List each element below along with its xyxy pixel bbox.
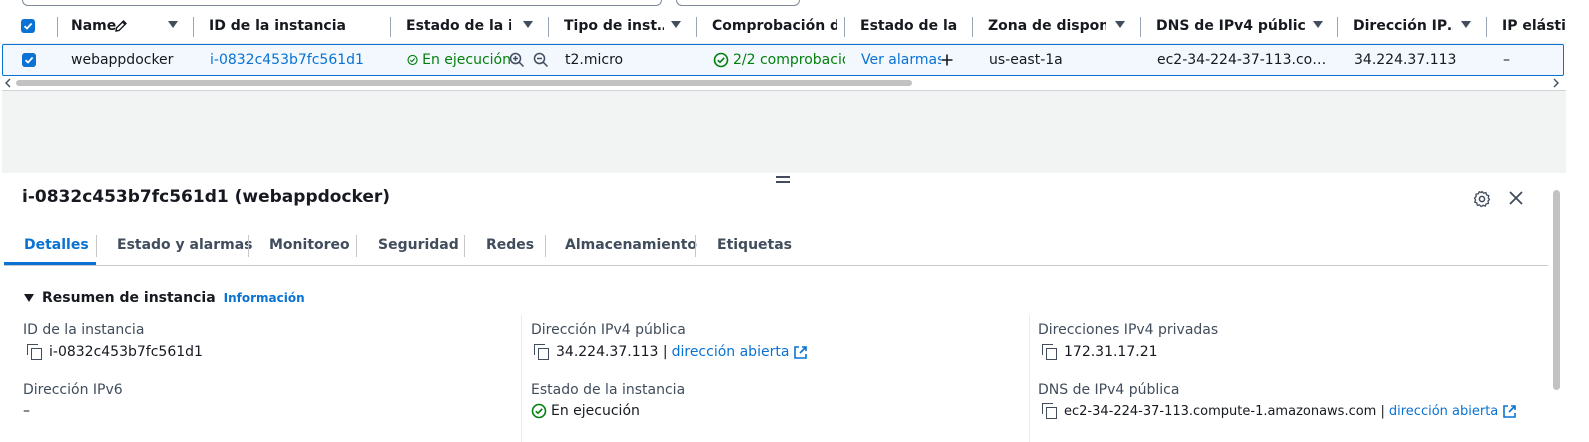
col-header-state[interactable]: Estado de la i… — [406, 9, 511, 43]
private-ip-text: 172.31.17.21 — [1064, 344, 1158, 360]
scroll-right-icon[interactable] — [1552, 78, 1560, 88]
instance-id-text: i-0832c453b7fc561d1 — [49, 344, 203, 360]
copy-icon[interactable] — [27, 344, 43, 360]
col-header-instance-id[interactable]: ID de la instancia — [209, 9, 379, 43]
scrollbar-thumb[interactable] — [16, 80, 912, 86]
row-checkbox[interactable] — [22, 53, 36, 67]
field-value-ipv6: – — [23, 403, 30, 419]
status-ok-icon — [713, 52, 729, 68]
zoom-out-icon[interactable] — [533, 52, 549, 68]
cell-instance-type: t2.micro — [565, 52, 624, 68]
cell-state-text: En ejecución — [422, 52, 511, 68]
copy-icon[interactable] — [534, 344, 550, 360]
tab-tags[interactable]: Etiquetas — [717, 227, 792, 263]
tab-monitoring[interactable]: Monitoreo — [269, 227, 350, 263]
field-value-instance-state: En ejecución — [531, 403, 640, 419]
table-row[interactable]: webappdocker i-0832c453b7fc561d1 En ejec… — [2, 44, 1564, 76]
collapse-triangle-icon[interactable] — [24, 294, 34, 302]
zoom-in-icon[interactable] — [509, 52, 525, 68]
edit-pencil-icon[interactable] — [114, 19, 128, 33]
col-header-elastic-ip[interactable]: IP elástica — [1502, 9, 1566, 43]
view-alarms-link[interactable]: Ver alarmas — [861, 45, 941, 75]
settings-gear-icon[interactable] — [1473, 190, 1491, 208]
field-value-instance-id: i-0832c453b7fc561d1 — [27, 344, 203, 360]
col-header-zone[interactable]: Zona de dispon… — [988, 9, 1106, 43]
copy-icon[interactable] — [1042, 344, 1058, 360]
instance-state-text: En ejecución — [551, 403, 640, 419]
horizontal-scrollbar[interactable] — [0, 76, 1566, 88]
filter-dropdown-fragment[interactable] — [676, 0, 800, 6]
plus-icon[interactable] — [940, 53, 954, 67]
sort-caret-icon[interactable] — [168, 21, 178, 28]
field-label-instance-id: ID de la instancia — [23, 322, 145, 338]
sort-caret-icon[interactable] — [1461, 21, 1471, 28]
sort-caret-icon[interactable] — [523, 21, 533, 28]
field-label-instance-state: Estado de la instancia — [531, 382, 686, 398]
cell-dns: ec2-34-224-37-113.co… — [1157, 52, 1327, 68]
external-link-icon[interactable] — [1502, 404, 1517, 419]
field-value-private-ips: 172.31.17.21 — [1042, 344, 1158, 360]
checkbox-checked-icon — [24, 56, 34, 64]
col-header-dns[interactable]: DNS de IPv4 pública — [1156, 9, 1306, 43]
section-header-instance-summary[interactable]: Resumen de instancia Información — [24, 290, 305, 306]
tab-status-alarms[interactable]: Estado y alarmas — [117, 227, 253, 263]
field-value-public-ip: 34.224.37.113 | dirección abierta — [534, 344, 808, 360]
public-ip-text: 34.224.37.113 | — [556, 344, 668, 360]
cell-zone: us-east-1a — [989, 52, 1063, 68]
external-link-icon[interactable] — [793, 345, 808, 360]
cell-state: En ejecución — [407, 45, 511, 75]
status-running-icon — [531, 403, 547, 419]
tab-storage[interactable]: Almacenamiento — [565, 227, 697, 263]
cell-name: webappdocker — [71, 52, 174, 68]
field-label-ipv6: Dirección IPv6 — [23, 382, 123, 398]
checkbox-checked-icon — [23, 22, 33, 30]
tab-security[interactable]: Seguridad — [378, 227, 459, 263]
copy-icon[interactable] — [1042, 403, 1058, 419]
panel-title: i-0832c453b7fc561d1 (webappdocker) — [22, 187, 391, 207]
field-label-private-ips: Direcciones IPv4 privadas — [1038, 322, 1219, 338]
close-icon[interactable] — [1508, 190, 1524, 206]
active-tab-indicator — [4, 262, 96, 265]
search-field-fragment[interactable] — [22, 0, 662, 6]
cell-ip: 34.224.37.113 — [1354, 52, 1457, 68]
info-link[interactable]: Información — [224, 291, 305, 305]
field-label-public-dns: DNS de IPv4 pública — [1038, 382, 1180, 398]
section-title: Resumen de instancia — [42, 290, 216, 306]
col-header-type[interactable]: Tipo de inst… — [564, 9, 664, 43]
field-label-public-ip: Dirección IPv4 pública — [531, 322, 686, 338]
cell-status-check: 2/2 comprobacior — [713, 45, 845, 75]
scroll-left-icon[interactable] — [4, 78, 12, 88]
status-running-icon — [407, 54, 418, 66]
select-all-checkbox[interactable] — [21, 19, 35, 33]
scrollbar-thumb[interactable] — [1553, 190, 1560, 390]
sort-caret-icon[interactable] — [1115, 21, 1125, 28]
sort-caret-icon[interactable] — [671, 21, 681, 28]
resize-handle-icon[interactable] — [776, 176, 790, 184]
sort-caret-icon[interactable] — [1313, 21, 1323, 28]
vertical-scrollbar[interactable] — [1552, 176, 1562, 391]
cell-status-check-text: 2/2 comprobacior — [733, 52, 845, 68]
col-header-ip[interactable]: Dirección IP… — [1353, 9, 1453, 43]
cell-elastic-ip: – — [1503, 52, 1510, 68]
tab-networking[interactable]: Redes — [486, 227, 534, 263]
col-header-status-check[interactable]: Comprobación de — [712, 9, 837, 43]
open-address-link[interactable]: dirección abierta — [672, 344, 790, 360]
field-value-public-dns: ec2-34-224-37-113.compute-1.amazonaws.co… — [1042, 403, 1517, 419]
col-header-alarm[interactable]: Estado de la al — [860, 9, 958, 43]
public-dns-text: ec2-34-224-37-113.compute-1.amazonaws.co… — [1064, 403, 1385, 419]
tab-details[interactable]: Detalles — [24, 227, 89, 263]
table-header: Name ID de la instancia Estado de la i… … — [0, 9, 1566, 44]
details-tabs: Detalles Estado y alarmas Monitoreo Segu… — [4, 227, 1548, 266]
open-address-link[interactable]: dirección abierta — [1389, 404, 1498, 419]
table-empty-area — [2, 90, 1566, 173]
instance-id-link[interactable]: i-0832c453b7fc561d1 — [210, 45, 385, 75]
